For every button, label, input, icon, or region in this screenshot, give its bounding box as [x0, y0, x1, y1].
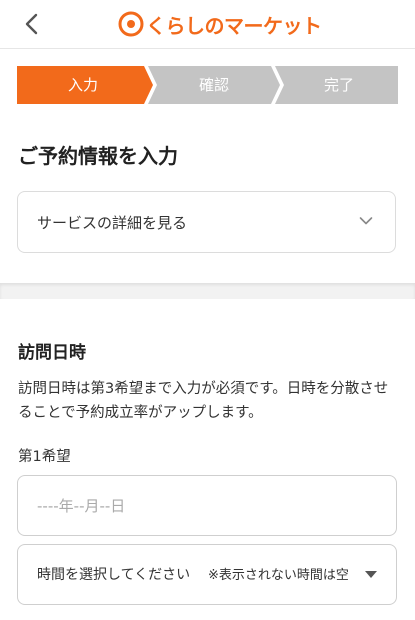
logo-text: くらしのマーケット	[146, 13, 322, 38]
time-select-label: 時間を選択してください	[37, 567, 191, 583]
step-2-label: 確認	[198, 76, 229, 94]
logo-mark-icon	[118, 11, 144, 37]
time-select-note: ※表示されない時間は空	[208, 568, 349, 583]
progress-steps: 入力 確認 完了	[17, 66, 398, 104]
step-1-label: 入力	[67, 76, 98, 94]
page-title: ご予約情報を入力	[18, 144, 178, 168]
chevron-left-icon	[25, 13, 38, 35]
back-button[interactable]	[18, 10, 46, 38]
service-details-label: サービスの詳細を見る	[37, 214, 188, 232]
caret-down-icon	[365, 571, 377, 578]
step-3-label: 完了	[323, 76, 354, 94]
chevron-down-icon	[359, 217, 373, 225]
first-preference-label: 第1希望	[18, 449, 71, 465]
service-details-toggle[interactable]: サービスの詳細を見る	[17, 191, 396, 253]
first-preference-time-select[interactable]: 時間を選択してください ※表示されない時間は空	[17, 544, 397, 605]
first-preference-date-input[interactable]	[17, 475, 397, 536]
visit-datetime-title: 訪問日時	[18, 343, 86, 363]
section-divider	[0, 283, 415, 299]
app-header: くらしのマーケット	[0, 0, 415, 49]
brand-logo: くらしのマーケット	[118, 10, 322, 38]
visit-datetime-description: 訪問日時は第3希望まで入力が必須です。日時を分散させることで予約成立率がアップし…	[18, 381, 389, 421]
